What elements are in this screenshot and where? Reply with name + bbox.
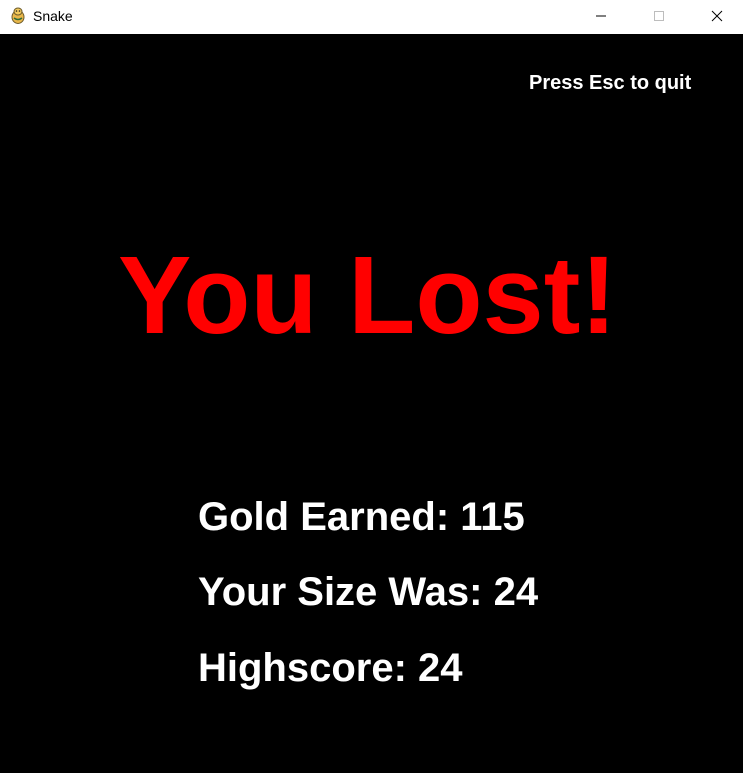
- quit-hint: Press Esc to quit: [529, 72, 692, 94]
- close-button[interactable]: [694, 0, 740, 32]
- title-bar[interactable]: Snake: [0, 0, 743, 34]
- minimize-button[interactable]: [578, 0, 624, 32]
- game-over-headline: You Lost!: [118, 234, 617, 357]
- game-window: Snake Press Esc to quit You Lost! Gold E…: [0, 0, 743, 773]
- pygame-snake-icon: [11, 7, 25, 24]
- minimize-icon: [596, 15, 606, 17]
- final-size-stat: Your Size Was: 24: [198, 570, 539, 614]
- window-title: Snake: [33, 8, 73, 24]
- maximize-icon: [654, 11, 664, 21]
- maximize-button[interactable]: [636, 0, 682, 32]
- gold-earned-stat: Gold Earned: 115: [198, 495, 525, 539]
- game-canvas[interactable]: Press Esc to quit You Lost! Gold Earned:…: [0, 34, 743, 773]
- highscore-stat: Highscore: 24: [198, 646, 463, 690]
- close-icon: [711, 10, 723, 22]
